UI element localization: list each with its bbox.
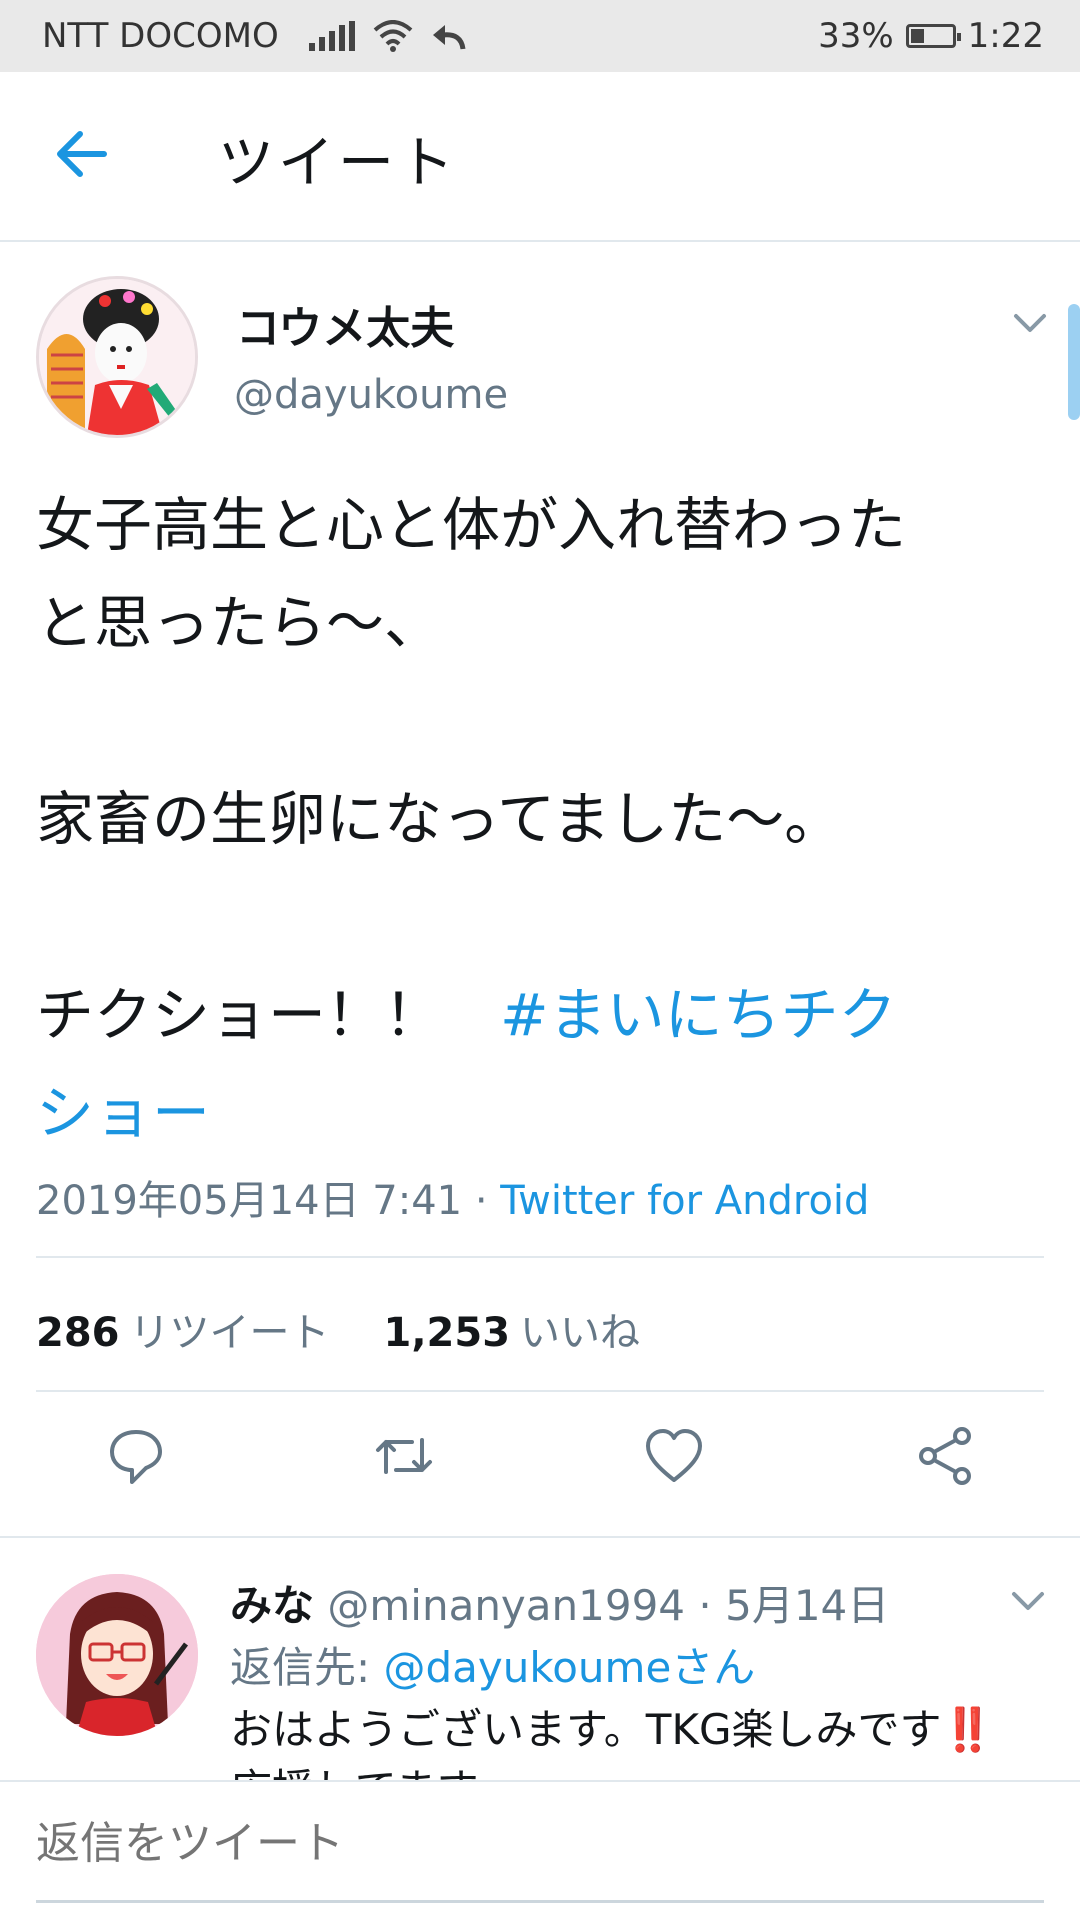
chevron-down-icon[interactable] <box>1008 1580 1048 1620</box>
divider <box>36 1390 1044 1392</box>
display-name[interactable]: コウメ太夫 <box>236 292 454 356</box>
clock: 1:22 <box>967 16 1044 56</box>
timestamp-text: 2019年05月14日 7:41 <box>36 1178 463 1224</box>
chevron-down-icon[interactable] <box>1010 302 1050 342</box>
reply-text: おはようございます。TKG楽しみです‼️ <box>230 1696 994 1757</box>
status-bar: NTT DOCOMO 33% 1:22 <box>0 0 1080 72</box>
page-title: ツイート <box>218 131 458 196</box>
client-link[interactable]: Twitter for Android <box>500 1178 869 1224</box>
double-exclamation-emoji: ‼️ <box>941 1705 994 1754</box>
tweet-line-text: チクショー！！ <box>36 981 501 1049</box>
hashtag-link-continued[interactable]: ショー <box>36 1079 210 1147</box>
like-label[interactable]: いいね <box>520 1300 640 1358</box>
like-icon[interactable] <box>642 1424 706 1488</box>
tweet-line: 家畜の生卵になってました〜。 <box>36 785 843 853</box>
back-arrow-icon[interactable] <box>52 124 112 184</box>
like-count[interactable]: 1,253 <box>384 1310 511 1356</box>
share-icon[interactable] <box>914 1424 978 1488</box>
input-underline <box>36 1900 1044 1903</box>
reply-avatar[interactable] <box>36 1574 198 1736</box>
avatar[interactable] <box>36 276 198 438</box>
status-right: 33% 1:22 <box>818 16 1044 56</box>
divider <box>36 1256 1044 1258</box>
app-header: ツイート <box>0 72 1080 242</box>
timestamp-separator: · <box>462 1178 501 1224</box>
reply-to-link[interactable]: @dayukoumeさん <box>384 1643 756 1692</box>
reply-to-label: 返信先: <box>230 1643 384 1692</box>
retweet-label[interactable]: リツイート <box>130 1300 330 1358</box>
tweet-text: 女子高生と心と体が入れ替わった と思ったら〜、 家畜の生卵になってました〜。 チ… <box>36 476 1046 1162</box>
scrollbar-thumb[interactable] <box>1068 304 1080 420</box>
tweet-line: ショー <box>36 1064 1046 1162</box>
reply-display-name[interactable]: みな <box>230 1581 314 1630</box>
wifi-icon <box>373 20 413 52</box>
reply-compose-input[interactable] <box>36 1818 1036 1869</box>
compose-bar <box>0 1780 1080 1922</box>
tweet-line: 女子高生と心と体が入れ替わった <box>36 491 907 559</box>
share-arrow-icon <box>432 25 466 50</box>
user-handle[interactable]: @dayukoume <box>234 372 508 418</box>
avatar-image <box>39 279 195 435</box>
reply-handle[interactable]: @minanyan1994 <box>327 1581 685 1630</box>
reply-avatar-image <box>36 1574 198 1736</box>
tweet-line: と思ったら〜、 <box>36 589 443 657</box>
status-left: NTT DOCOMO <box>42 16 467 56</box>
retweet-count[interactable]: 286 <box>36 1310 120 1356</box>
reply-to: 返信先: @dayukoumeさん <box>230 1634 755 1695</box>
tweet-stats: 286 リツイート 1,253 いいね <box>36 1300 640 1358</box>
reply-icon[interactable] <box>104 1424 168 1488</box>
carrier-label: NTT DOCOMO <box>42 16 279 56</box>
reply-date: 5月14日 <box>725 1581 890 1630</box>
battery-percent: 33% <box>818 16 894 56</box>
reply-text-clipped: 応援してます <box>230 1756 479 1782</box>
signal-icon <box>308 21 355 51</box>
hashtag-link[interactable]: #まいにちチク <box>500 981 897 1049</box>
retweet-icon[interactable] <box>372 1424 436 1488</box>
hashtag-text: #まいにちチク <box>500 981 897 1049</box>
tweet-actions <box>0 1424 1080 1494</box>
reply-text-body: おはようございます。TKG楽しみです <box>230 1705 942 1754</box>
reply-separator: · <box>685 1581 726 1630</box>
battery-icon <box>905 24 961 48</box>
section-divider <box>0 1536 1080 1538</box>
tweet-timestamp: 2019年05月14日 7:41 · Twitter for Android <box>36 1168 869 1226</box>
reply-header: みな @minanyan1994 · 5月14日 <box>230 1572 889 1633</box>
tweet-line: チクショー！！ #まいにちチク <box>36 966 1046 1064</box>
